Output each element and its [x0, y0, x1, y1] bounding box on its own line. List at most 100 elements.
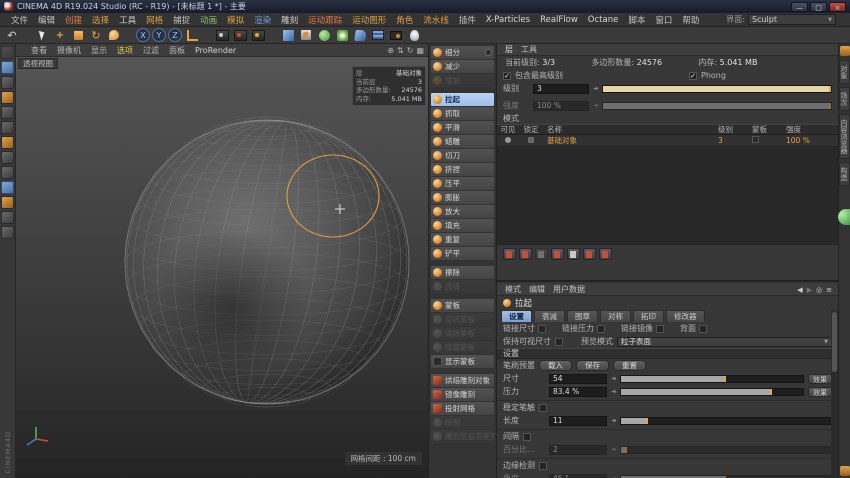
include-top-level-checkbox[interactable]: ✓ — [503, 72, 511, 80]
tab-settings[interactable]: 设置 — [501, 310, 532, 322]
visibility-dot-icon[interactable] — [505, 137, 511, 143]
level-field[interactable]: 3 — [533, 84, 589, 94]
points-mode-icon[interactable] — [1, 106, 14, 119]
menu-pipeline[interactable]: 流水线 — [418, 14, 454, 26]
add-folder-icon[interactable] — [519, 248, 532, 260]
menu-realflow[interactable]: RealFlow — [535, 15, 583, 25]
menu-mograph[interactable]: 运动图形 — [347, 14, 391, 26]
planar-workplane-icon[interactable] — [1, 226, 14, 239]
tool-show-mask[interactable]: 显示蒙板 — [431, 355, 494, 368]
view-toggle-icon[interactable]: ▦ — [416, 46, 424, 55]
camera-icon[interactable] — [388, 28, 404, 43]
gear-icon[interactable] — [485, 49, 492, 56]
size-stepper[interactable]: ◄ — [611, 375, 616, 382]
undo-icon[interactable]: ↶ — [4, 28, 20, 43]
menu-character[interactable]: 角色 — [391, 14, 418, 26]
menu-sculpt[interactable]: 雕刻 — [276, 14, 303, 26]
dock-tab-content-browser[interactable]: 内容浏览器 — [839, 114, 850, 159]
tool-knife[interactable]: 切刀 — [431, 149, 494, 162]
tool-repeat[interactable]: 重复 — [431, 233, 494, 246]
history-forward-icon[interactable]: ▶ — [807, 286, 812, 294]
menu-mesh[interactable]: 网格 — [141, 14, 168, 26]
tab-tools[interactable]: 工具 — [521, 44, 537, 55]
tool-grab[interactable]: 抓取 — [431, 107, 494, 120]
sculpt-sphere[interactable] — [16, 57, 428, 478]
menu-help[interactable]: 帮助 — [677, 14, 704, 26]
am-menu-edit[interactable]: 编辑 — [529, 284, 545, 295]
move-tool-icon[interactable]: + — [52, 28, 68, 43]
tool-decrease[interactable]: 减少 — [431, 60, 494, 73]
mograph-icon[interactable] — [334, 28, 350, 43]
workplane-lock-icon[interactable] — [1, 211, 14, 224]
menu-file[interactable]: 文件 — [6, 14, 33, 26]
merge-layer-icon[interactable] — [567, 248, 580, 260]
tab-stamp[interactable]: 图章 — [567, 310, 598, 322]
texture-mode-icon[interactable] — [1, 76, 14, 89]
pressure-slider[interactable] — [620, 388, 804, 396]
delete-layer-icon[interactable] — [599, 248, 612, 260]
tool-mirror-sculpt[interactable]: 镜像雕刻 — [431, 388, 494, 401]
view-label[interactable]: 透视视图 — [18, 58, 58, 69]
last-tool-icon[interactable] — [106, 28, 122, 43]
pressure-effector-button[interactable]: 效果 — [808, 387, 832, 397]
panel-menu-icon[interactable]: ≡ — [826, 286, 832, 294]
tool-project-mesh[interactable]: 投射网格 — [431, 402, 494, 415]
duplicate-layer-icon[interactable] — [551, 248, 564, 260]
move-layer-up-icon[interactable] — [583, 248, 596, 260]
tab-falloff[interactable]: 衰减 — [534, 310, 565, 322]
link-mirror-checkbox[interactable] — [656, 325, 664, 333]
light-icon[interactable] — [406, 28, 422, 43]
dock-bottom-icon[interactable] — [840, 466, 850, 476]
edge-detect-checkbox[interactable] — [539, 462, 547, 470]
dock-tab-structure[interactable]: 构造 — [839, 162, 850, 186]
menu-edit[interactable]: 编辑 — [33, 14, 60, 26]
magnet-snap-icon[interactable] — [1, 196, 14, 209]
generator-icon[interactable] — [316, 28, 332, 43]
level-stepper[interactable]: ◄ — [593, 85, 598, 92]
add-layer-icon[interactable] — [503, 248, 516, 260]
menu-xparticles[interactable]: X-Particles — [481, 15, 535, 25]
vp-menu-filter[interactable]: 过滤 — [138, 45, 164, 56]
menu-octane[interactable]: Octane — [583, 15, 624, 25]
vp-menu-view[interactable]: 查看 — [26, 45, 52, 56]
layout-select[interactable]: Sculpt ▼ — [748, 14, 836, 25]
camera-pan-icon[interactable]: ⊕ — [387, 46, 394, 55]
tool-fill[interactable]: 填充 — [431, 219, 494, 232]
environment-icon[interactable] — [370, 28, 386, 43]
vp-menu-prorender[interactable]: ProRender — [190, 46, 241, 55]
live-selection-icon[interactable] — [34, 28, 50, 43]
tool-pull[interactable]: 拉起 — [431, 93, 494, 106]
make-editable-icon[interactable] — [1, 46, 14, 59]
tab-stencil[interactable]: 拓印 — [633, 310, 664, 322]
tool-pinch[interactable]: 挤捏 — [431, 163, 494, 176]
rotate-tool-icon[interactable]: ↻ — [88, 28, 104, 43]
tool-subdivide[interactable]: 细分 — [431, 46, 494, 59]
tool-mask[interactable]: 蒙板 — [431, 299, 494, 312]
spline-pen-icon[interactable] — [298, 28, 314, 43]
size-field[interactable]: 54 — [549, 374, 607, 384]
workplane-mode-icon[interactable] — [1, 91, 14, 104]
length-slider[interactable] — [620, 417, 832, 425]
tool-erase[interactable]: 擦除 — [431, 266, 494, 279]
camera-rotate-icon[interactable]: ↻ — [407, 46, 414, 55]
history-back-icon[interactable]: ◀ — [797, 286, 802, 294]
level-slider[interactable] — [602, 85, 832, 93]
size-slider[interactable] — [620, 375, 804, 383]
dock-tab-objects[interactable]: 对象 — [839, 60, 850, 84]
tool-scrape[interactable]: 铲平 — [431, 247, 494, 260]
menu-motion-tracker[interactable]: 运动跟踪 — [303, 14, 347, 26]
save-preset-button[interactable]: 保存 — [576, 360, 609, 371]
vp-menu-options[interactable]: 选项 — [112, 45, 138, 56]
edges-mode-icon[interactable] — [1, 121, 14, 134]
link-size-checkbox[interactable] — [538, 325, 546, 333]
enable-snap-icon[interactable] — [1, 181, 14, 194]
camera-zoom-icon[interactable]: ⇅ — [397, 46, 404, 55]
tool-wax[interactable]: 蜡雕 — [431, 135, 494, 148]
polygons-mode-icon[interactable] — [1, 136, 14, 149]
tool-bake-sculpt[interactable]: 烘焙雕刻对象 — [431, 374, 494, 387]
model-mode-icon[interactable] — [1, 61, 14, 74]
backface-checkbox[interactable] — [699, 325, 707, 333]
coordinate-system-icon[interactable] — [184, 28, 200, 43]
render-settings-icon[interactable] — [250, 28, 266, 43]
attribute-scrollbar[interactable] — [831, 310, 838, 478]
